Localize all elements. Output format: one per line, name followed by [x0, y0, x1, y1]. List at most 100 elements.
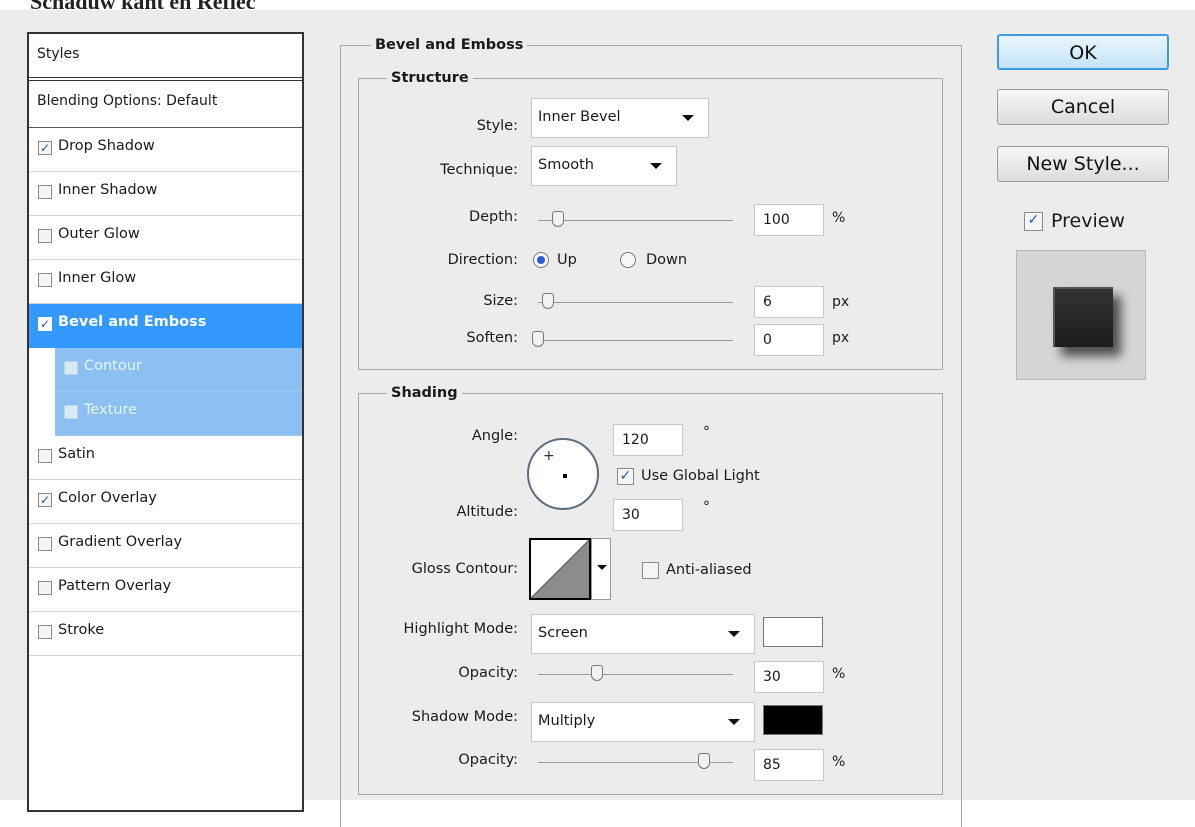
style-checkbox[interactable] — [38, 273, 52, 287]
ok-button[interactable]: OK — [997, 34, 1169, 70]
style-item-label: Outer Glow — [58, 226, 140, 242]
gloss-contour-preview[interactable] — [529, 538, 591, 600]
direction-down-radio[interactable] — [620, 252, 636, 268]
style-item-label: Color Overlay — [58, 490, 157, 506]
cancel-button[interactable]: Cancel — [997, 89, 1169, 125]
highlight-color-swatch[interactable] — [763, 617, 823, 647]
style-item-bevel-and-emboss[interactable]: ✓ Bevel and Emboss — [29, 304, 302, 348]
shadow-opacity-input[interactable]: 85 — [754, 749, 824, 781]
shadow-mode-value: Multiply — [538, 713, 596, 729]
shadow-opacity-slider-thumb[interactable] — [697, 753, 710, 769]
anti-aliased-checkbox[interactable] — [642, 562, 659, 579]
angle-dial-center — [563, 474, 567, 478]
style-checkbox[interactable] — [38, 581, 52, 595]
use-global-light-checkbox[interactable]: ✓ — [617, 468, 634, 485]
blending-options-item[interactable]: Blending Options: Default — [29, 81, 302, 128]
style-item-label: Inner Glow — [58, 270, 137, 286]
technique-dropdown[interactable]: Smooth — [531, 146, 677, 186]
highlight-opacity-input[interactable]: 30 — [754, 661, 824, 693]
altitude-unit: ° — [703, 499, 710, 515]
direction-up-label: Up — [557, 252, 577, 268]
style-item-label: Satin — [58, 446, 95, 462]
style-checkbox[interactable] — [38, 625, 52, 639]
style-dropdown[interactable]: Inner Bevel — [531, 98, 709, 138]
highlight-opacity-slider[interactable] — [538, 674, 733, 675]
size-input[interactable]: 6 — [754, 286, 824, 318]
style-item-label: Drop Shadow — [58, 138, 155, 154]
highlight-mode-label: Highlight Mode: — [403, 621, 518, 637]
shadow-mode-dropdown[interactable]: Multiply — [531, 702, 755, 742]
bevel-emboss-title: Bevel and Emboss — [375, 37, 524, 53]
style-checkbox[interactable] — [64, 361, 78, 375]
style-checkbox[interactable] — [38, 449, 52, 463]
technique-label: Technique: — [440, 162, 518, 178]
angle-input[interactable]: 120 — [613, 424, 683, 456]
shadow-color-swatch[interactable] — [763, 705, 823, 735]
shadow-opacity-unit: % — [832, 754, 846, 770]
preview-label: Preview — [1051, 210, 1125, 232]
style-item-gradient-overlay[interactable]: Gradient Overlay — [29, 524, 302, 568]
chevron-down-icon — [682, 115, 694, 121]
layer-style-dialog: Styles Blending Options: Default ✓ Drop S… — [0, 10, 1195, 827]
style-item-label: Stroke — [58, 622, 105, 638]
style-item-contour[interactable]: Contour — [55, 348, 302, 392]
style-item-color-overlay[interactable]: ✓ Color Overlay — [29, 480, 302, 524]
soften-slider-thumb[interactable] — [532, 331, 544, 347]
depth-slider[interactable] — [538, 220, 733, 221]
altitude-label: Altitude: — [456, 504, 518, 520]
size-slider-thumb[interactable] — [541, 293, 554, 309]
style-checkbox[interactable]: ✓ — [38, 141, 52, 155]
style-item-pattern-overlay[interactable]: Pattern Overlay — [29, 568, 302, 612]
style-checkbox[interactable] — [38, 229, 52, 243]
preview-checkbox[interactable]: ✓ — [1024, 211, 1043, 231]
styles-list: Styles Blending Options: Default ✓ Drop S… — [27, 32, 304, 812]
soften-unit: px — [832, 330, 850, 346]
style-item-stroke[interactable]: Stroke — [29, 612, 302, 656]
technique-dropdown-value: Smooth — [538, 157, 594, 173]
style-checkbox[interactable]: ✓ — [38, 493, 52, 507]
highlight-mode-dropdown[interactable]: Screen — [531, 614, 755, 654]
direction-up-radio[interactable] — [533, 252, 549, 268]
style-item-label: Gradient Overlay — [58, 534, 183, 550]
depth-slider-thumb[interactable] — [551, 211, 564, 227]
style-item-label: Bevel and Emboss — [58, 314, 207, 330]
chevron-down-icon — [728, 719, 740, 725]
style-item-satin[interactable]: Satin — [29, 436, 302, 480]
style-item-outer-glow[interactable]: Outer Glow — [29, 216, 302, 260]
style-item-inner-shadow[interactable]: Inner Shadow — [29, 172, 302, 216]
direction-label: Direction: — [447, 252, 518, 268]
style-checkbox[interactable] — [38, 185, 52, 199]
depth-unit: % — [832, 210, 846, 226]
angle-unit: ° — [703, 424, 710, 440]
highlight-opacity-unit: % — [832, 666, 846, 682]
preview-toggle[interactable]: ✓ Preview — [1024, 210, 1125, 232]
angle-dial[interactable]: + — [527, 438, 599, 510]
soften-input[interactable]: 0 — [754, 324, 824, 356]
size-unit: px — [832, 294, 850, 310]
style-item-drop-shadow[interactable]: ✓ Drop Shadow — [29, 128, 302, 172]
gloss-contour-dropdown[interactable] — [591, 538, 611, 600]
highlight-opacity-label: Opacity: — [458, 665, 518, 681]
highlight-mode-value: Screen — [538, 625, 588, 641]
style-item-label: Inner Shadow — [58, 182, 158, 198]
style-preview — [1016, 250, 1146, 380]
styles-header[interactable]: Styles — [29, 34, 302, 81]
style-checkbox[interactable] — [38, 537, 52, 551]
chevron-down-icon — [650, 163, 662, 169]
highlight-opacity-slider-thumb[interactable] — [590, 665, 603, 681]
contour-curve-icon — [531, 540, 589, 598]
style-item-inner-glow[interactable]: Inner Glow — [29, 260, 302, 304]
depth-label: Depth: — [468, 209, 518, 225]
depth-input[interactable]: 100 — [754, 204, 824, 236]
new-style-button[interactable]: New Style... — [997, 146, 1169, 182]
style-item-label: Texture — [84, 402, 138, 418]
preview-thumbnail — [1053, 287, 1113, 347]
soften-slider[interactable] — [538, 340, 733, 341]
style-item-label: Pattern Overlay — [58, 578, 172, 594]
altitude-input[interactable]: 30 — [613, 499, 683, 531]
style-checkbox[interactable] — [64, 405, 78, 419]
size-slider[interactable] — [538, 302, 733, 303]
style-label: Style: — [476, 118, 518, 134]
style-checkbox[interactable]: ✓ — [38, 317, 52, 331]
style-item-texture[interactable]: Texture — [55, 392, 302, 436]
